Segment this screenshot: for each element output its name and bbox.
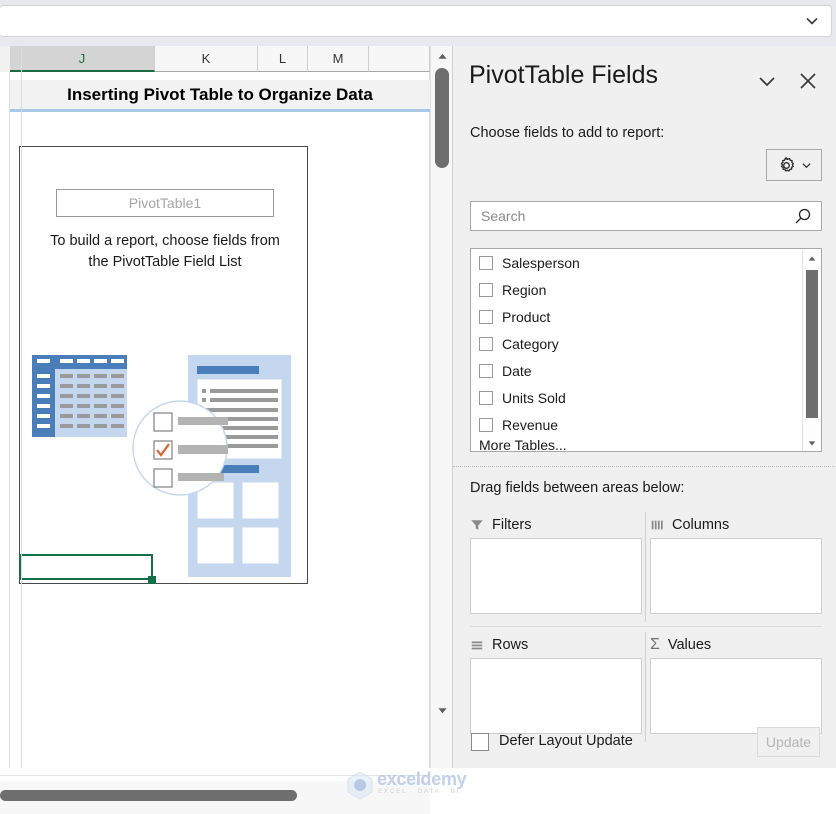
field-checkbox[interactable] [479,282,493,297]
scrollbar-edge [21,46,22,768]
column-header-j[interactable]: J [10,46,155,72]
fill-handle[interactable] [148,576,156,584]
field-item-revenue[interactable]: Revenue [471,411,821,438]
sigma-icon: Σ [650,636,660,653]
defer-layout-update-label: Defer Layout Update [499,733,633,749]
pivot-hint-line-1: To build a report, choose fields from [50,233,280,249]
scrollbar-thumb[interactable] [435,68,449,168]
area-separator [645,632,646,742]
area-label: Filters [492,517,532,533]
area-columns-dropzone[interactable] [650,538,822,614]
field-list[interactable]: Salesperson Region Product Category Date… [470,248,822,452]
area-rows-header: Rows [470,632,642,658]
rows-icon [470,638,484,652]
illus-magnifier [132,400,228,496]
gridline [9,72,10,768]
chevron-down-icon [801,160,812,171]
pivot-illustration [20,351,309,585]
area-rows[interactable]: Rows [470,632,642,734]
formula-bar-strip [0,0,836,46]
area-values-header: Σ Values [650,632,822,658]
area-filters-dropzone[interactable] [470,538,642,614]
field-label: Region [502,281,547,298]
field-item-more-tables[interactable]: More Tables... [471,438,821,452]
active-cell-selection[interactable] [19,554,153,580]
columns-icon [650,518,664,532]
triangle-down-icon[interactable] [431,700,453,720]
field-list-tools-button[interactable] [766,149,822,181]
pivot-table-name: PivotTable1 [56,189,274,217]
formula-bar[interactable] [0,5,832,37]
illus-checkbox-unchecked [153,412,173,432]
field-item-product[interactable]: Product [471,303,821,330]
field-item-salesperson[interactable]: Salesperson [471,249,821,276]
area-values[interactable]: Σ Values [650,632,822,734]
defer-layout-update-checkbox[interactable] [471,733,489,751]
search-field-container[interactable]: Search [470,201,822,231]
area-columns[interactable]: Columns [650,512,822,614]
update-button[interactable]: Update [757,727,820,757]
field-label: Date [502,362,532,379]
triangle-up-icon[interactable] [431,46,453,66]
field-item-region[interactable]: Region [471,276,821,303]
field-list-scrollbar[interactable] [802,250,821,451]
column-header-row: J K L M [0,46,460,72]
field-checkbox[interactable] [479,309,493,324]
area-columns-header: Columns [650,512,822,538]
field-item-units-sold[interactable]: Units Sold [471,384,821,411]
area-filters[interactable]: Filters [470,512,642,614]
field-checkbox[interactable] [479,417,493,432]
search-icon[interactable] [793,207,813,227]
sheet-title-cell[interactable]: Inserting Pivot Table to Organize Data [10,80,430,112]
field-label: Salesperson [502,254,580,271]
column-header-l[interactable]: L [258,46,308,72]
illus-checkbox-checked [153,440,173,460]
field-label: Product [502,308,551,325]
pivot-hint-line-2: the PivotTable Field List [88,254,242,271]
field-item-date[interactable]: Date [471,357,821,384]
illus-checkbox-unchecked [153,468,173,488]
illus-table [32,355,127,437]
scrollbar-thumb[interactable] [806,270,818,418]
field-checkbox[interactable] [479,390,493,405]
sheet-divider [0,775,430,776]
area-separator [470,626,822,627]
field-label: Revenue [502,416,559,433]
drag-fields-label: Drag fields between areas below: [470,480,685,496]
sheet-vertical-scrollbar[interactable] [430,46,452,768]
chevron-down-icon[interactable] [756,70,778,92]
chevron-down-icon[interactable] [803,12,821,30]
field-item-category[interactable]: Category [471,330,821,357]
column-header-next[interactable] [369,46,430,72]
triangle-down-icon[interactable] [803,434,821,451]
filter-funnel-icon [470,518,484,532]
pivot-table-placeholder[interactable]: PivotTable1 To build a report, choose fi… [19,146,308,584]
pivot-table-hint: To build a report, choose fields from th… [34,231,296,273]
area-separator [645,512,646,622]
scrollbar-thumb[interactable] [0,790,297,801]
field-label: Category [502,335,559,352]
search-input[interactable]: Search [481,208,525,224]
choose-fields-label: Choose fields to add to report: [470,125,665,141]
area-label: Columns [672,517,730,533]
close-icon[interactable] [796,69,820,93]
area-filters-header: Filters [470,512,642,538]
area-label: Rows [492,637,529,653]
triangle-up-icon[interactable] [803,250,821,268]
column-header-k[interactable]: K [155,46,258,72]
field-checkbox[interactable] [479,336,493,351]
field-label: More Tables... [479,438,567,452]
field-label: Units Sold [502,389,566,406]
field-checkbox[interactable] [479,255,493,270]
area-label: Values [667,637,712,653]
pane-title: PivotTable Fields [469,61,658,89]
area-values-dropzone[interactable] [650,658,822,734]
column-header-m[interactable]: M [308,46,369,72]
gear-icon [776,155,797,176]
worksheet-pane[interactable]: J K L M Inserting Pivot Table to Organiz… [0,46,467,814]
pivottable-fields-pane: PivotTable Fields Choose fields to add t… [452,46,836,768]
area-rows-dropzone[interactable] [470,658,642,734]
field-checkbox[interactable] [479,363,493,378]
pane-divider [453,466,836,467]
